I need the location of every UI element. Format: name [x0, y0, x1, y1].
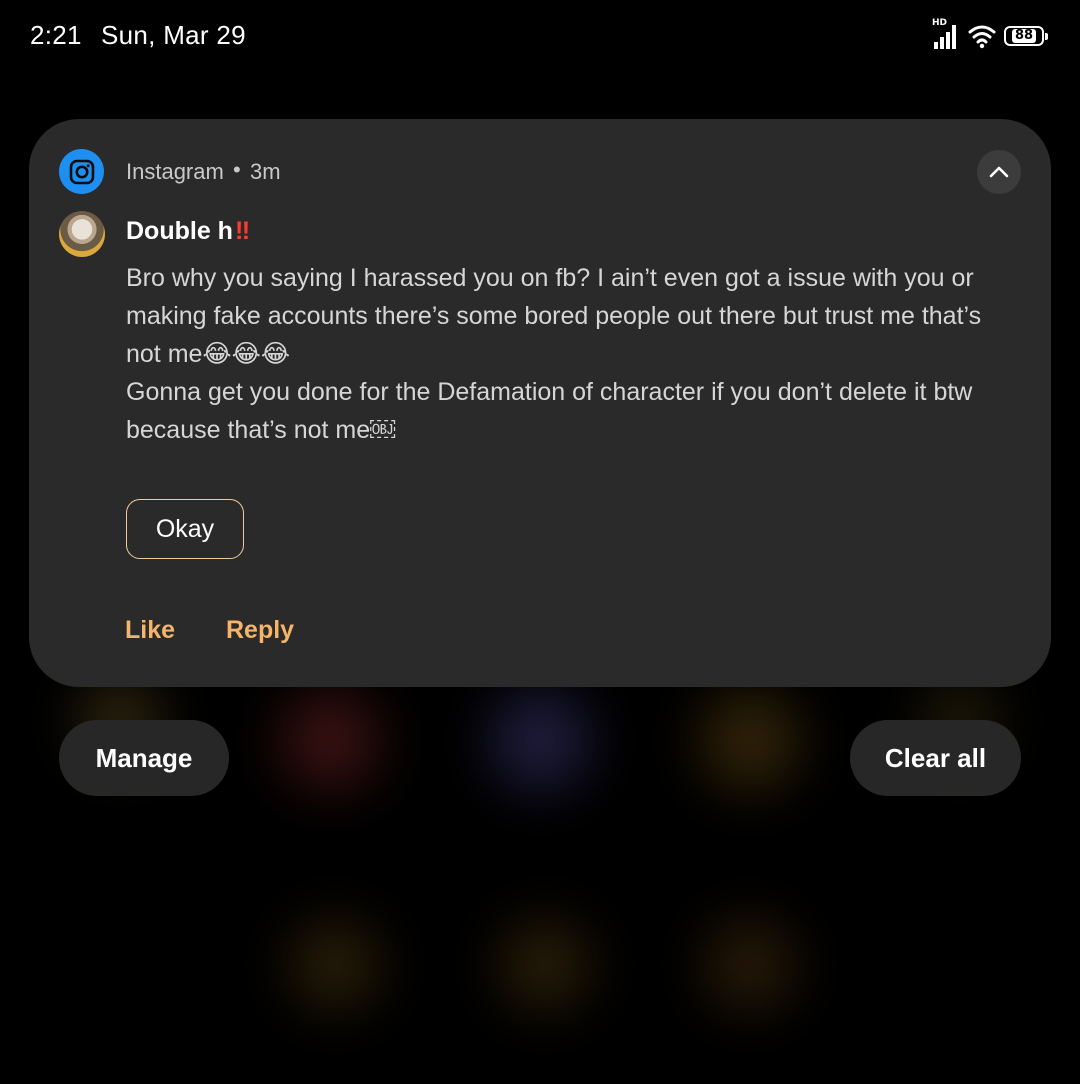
sender-name: Double h‼: [126, 217, 250, 246]
app-name: Instagram: [126, 159, 224, 184]
quick-reply-okay-button[interactable]: Okay: [126, 499, 244, 559]
collapse-button[interactable]: [977, 150, 1021, 194]
header-separator: •: [233, 157, 241, 182]
manage-button[interactable]: Manage: [59, 720, 229, 796]
status-icons: HD 88: [932, 18, 1048, 52]
background-app-icon: [700, 690, 800, 790]
sender-name-text: Double h: [126, 217, 233, 245]
signal-icon: HD: [932, 18, 960, 50]
background-app-icon: [490, 690, 590, 790]
notification-card[interactable]: Instagram • 3m Double h‼ Bro why you say…: [29, 119, 1051, 687]
status-time: 2:21: [30, 20, 82, 50]
battery-icon: 88: [1004, 26, 1048, 46]
avatar: [59, 211, 105, 257]
background-app-icon: [705, 920, 795, 1010]
battery-level: 88: [1011, 29, 1037, 43]
background-app-icon: [500, 920, 590, 1010]
notification-shade: 2:21 Sun, Mar 29 HD 88 Instagram • 3m Do…: [0, 0, 1080, 1084]
reply-button[interactable]: Reply: [226, 616, 294, 645]
message-body: Bro why you saying I harassed you on fb?…: [126, 264, 982, 444]
wifi-icon: [968, 22, 996, 50]
background-app-icon: [280, 690, 380, 790]
background-app-icon: [290, 920, 380, 1010]
status-bar: 2:21 Sun, Mar 29 HD 88: [0, 0, 1080, 72]
like-button[interactable]: Like: [125, 616, 175, 645]
double-exclamation-icon: ‼: [234, 217, 251, 245]
clear-all-button[interactable]: Clear all: [850, 720, 1021, 796]
instagram-icon: [59, 149, 104, 194]
status-date: Sun, Mar 29: [101, 20, 246, 50]
notification-time: 3m: [250, 159, 281, 184]
chevron-up-icon: [989, 166, 1009, 178]
